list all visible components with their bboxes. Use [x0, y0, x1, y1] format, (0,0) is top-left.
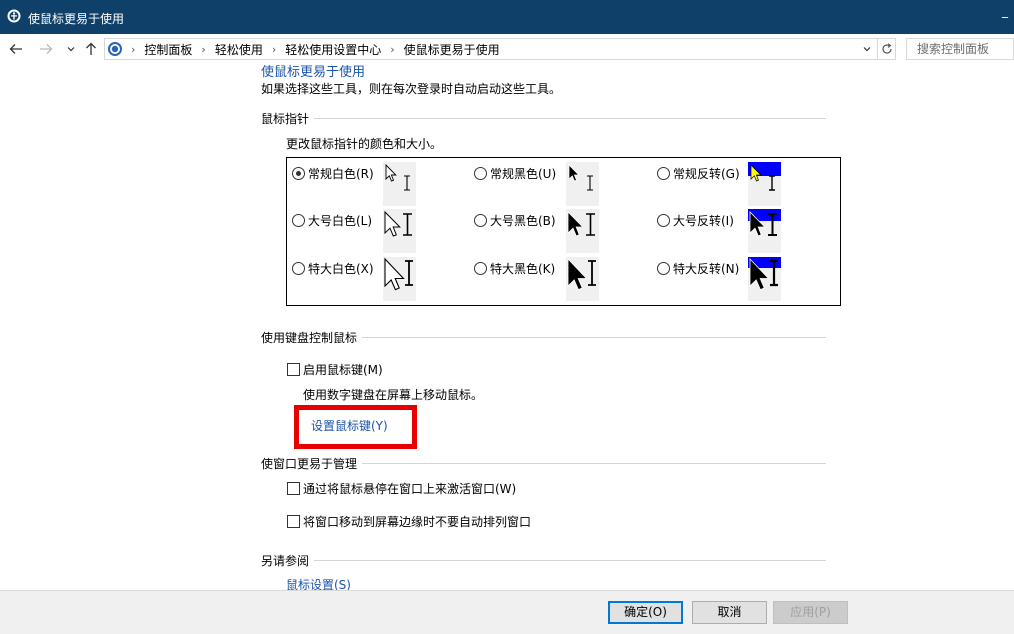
hover-activate-checkbox-row[interactable]: 通过将鼠标悬停在窗口上来激活窗口(W)	[287, 480, 516, 497]
mouse-keys-description: 使用数字键盘在屏幕上移动鼠标。	[303, 388, 484, 402]
dialog-footer: 确定(O) 取消 应用(P)	[0, 590, 1014, 634]
scheme-extra-large-white[interactable]: 特大白色(X)	[292, 260, 374, 277]
scheme-label[interactable]: 特大黑色(K)	[490, 260, 555, 277]
hover-activate-checkbox[interactable]	[287, 482, 300, 495]
scheme-label[interactable]: 大号白色(L)	[308, 212, 372, 229]
breadcrumb-ease-of-access[interactable]: 轻松使用	[215, 41, 263, 58]
hover-activate-label[interactable]: 通过将鼠标悬停在窗口上来激活窗口(W)	[303, 480, 516, 497]
recent-locations-chevron-down-icon[interactable]	[63, 40, 79, 58]
scheme-large-white[interactable]: 大号白色(L)	[292, 212, 372, 229]
apply-button[interactable]: 应用(P)	[773, 601, 848, 624]
disable-snap-checkbox[interactable]	[287, 515, 300, 528]
scheme-extra-large-inverted[interactable]: 特大反转(N)	[657, 260, 739, 277]
keyboard-section-title: 使用键盘控制鼠标	[261, 331, 358, 345]
window-title: 使鼠标更易于使用	[28, 12, 125, 26]
search-box[interactable]	[906, 38, 1014, 60]
minimize-button[interactable]: _	[1002, 4, 1014, 18]
radio-button[interactable]	[474, 262, 487, 275]
breadcrumb-separator[interactable]: ›	[201, 43, 205, 56]
search-input[interactable]	[907, 39, 1013, 59]
disable-snap-checkbox-row[interactable]: 将窗口移动到屏幕边缘时不要自动排列窗口	[287, 513, 531, 530]
scheme-label[interactable]: 特大反转(N)	[673, 260, 739, 277]
title-bar: 使鼠标更易于使用 _	[0, 0, 1014, 34]
up-arrow-icon[interactable]	[83, 40, 99, 58]
radio-button[interactable]	[292, 262, 305, 275]
pointer-preview-extra-large-white	[383, 257, 416, 301]
pointer-section-title: 鼠标指针	[261, 112, 310, 126]
radio-button[interactable]	[657, 167, 670, 180]
breadcrumb-separator[interactable]: ›	[390, 43, 394, 56]
control-panel-root-icon[interactable]	[107, 41, 123, 57]
pointer-preview-regular-inverted	[748, 162, 781, 206]
scheme-label[interactable]: 常规反转(G)	[673, 165, 740, 182]
pointer-description: 更改鼠标指针的颜色和大小。	[286, 137, 443, 151]
disable-snap-label[interactable]: 将窗口移动到屏幕边缘时不要自动排列窗口	[303, 513, 531, 530]
section-divider	[362, 463, 826, 464]
pointer-preview-extra-large-black	[566, 257, 599, 301]
enable-mouse-keys-label[interactable]: 启用鼠标键(M)	[303, 361, 383, 378]
ok-button[interactable]: 确定(O)	[608, 601, 683, 624]
radio-button[interactable]	[657, 262, 670, 275]
pointer-scheme-group: 常规白色(R) 常规黑色(U) 常规反转(G) 大号白色(L) 大号黑色(B) …	[286, 157, 841, 306]
section-divider	[314, 560, 826, 561]
radio-button[interactable]	[657, 214, 670, 227]
pointer-preview-regular-black	[566, 162, 599, 206]
pointer-preview-extra-large-inverted	[748, 257, 781, 301]
cancel-button[interactable]: 取消	[692, 601, 767, 624]
breadcrumb[interactable]: › 控制面板 › 轻松使用 › 轻松使用设置中心 › 使鼠标更易于使用	[104, 38, 878, 60]
mouse-settings-link[interactable]: 鼠标设置(S)	[286, 576, 351, 590]
radio-button[interactable]	[292, 167, 305, 180]
scheme-extra-large-black[interactable]: 特大黑色(K)	[474, 260, 555, 277]
enable-mouse-keys-checkbox[interactable]	[287, 363, 300, 376]
breadcrumb-ease-of-access-center[interactable]: 轻松使用设置中心	[285, 41, 381, 58]
scheme-label[interactable]: 特大白色(X)	[308, 260, 374, 277]
breadcrumb-current-page[interactable]: 使鼠标更易于使用	[404, 41, 500, 58]
pointer-preview-large-white	[383, 209, 416, 253]
scheme-large-inverted[interactable]: 大号反转(I)	[657, 212, 734, 229]
window-section-title: 使窗口更易于管理	[261, 457, 358, 471]
forward-arrow-icon[interactable]	[38, 40, 54, 58]
scheme-label[interactable]: 常规白色(R)	[308, 165, 374, 182]
section-divider	[362, 337, 826, 338]
breadcrumb-separator[interactable]: ›	[131, 43, 135, 56]
intro-text: 如果选择这些工具，则在每次登录时自动启动这些工具。	[261, 82, 562, 96]
radio-button[interactable]	[292, 214, 305, 227]
scheme-label[interactable]: 常规黑色(U)	[490, 165, 556, 182]
red-highlight-annotation	[294, 405, 417, 449]
breadcrumb-separator[interactable]: ›	[272, 43, 276, 56]
pointer-preview-large-inverted	[748, 209, 781, 253]
scheme-label[interactable]: 大号黑色(B)	[490, 212, 556, 229]
radio-button[interactable]	[474, 167, 487, 180]
scheme-regular-white[interactable]: 常规白色(R)	[292, 165, 374, 182]
page-heading: 使鼠标更易于使用	[261, 65, 366, 80]
section-divider	[314, 118, 826, 119]
control-panel-app-icon	[7, 9, 21, 23]
scheme-label[interactable]: 大号反转(I)	[673, 212, 734, 229]
breadcrumb-control-panel[interactable]: 控制面板	[144, 41, 192, 58]
enable-mouse-keys-checkbox-row[interactable]: 启用鼠标键(M)	[287, 361, 383, 378]
address-bar: › 控制面板 › 轻松使用 › 轻松使用设置中心 › 使鼠标更易于使用	[0, 34, 1014, 64]
refresh-icon[interactable]	[878, 38, 896, 60]
see-also-title: 另请参阅	[261, 554, 310, 568]
back-arrow-icon[interactable]	[8, 40, 24, 58]
pointer-preview-regular-white	[383, 162, 416, 206]
scheme-regular-inverted[interactable]: 常规反转(G)	[657, 165, 740, 182]
scheme-large-black[interactable]: 大号黑色(B)	[474, 212, 556, 229]
main-content: 使鼠标更易于使用 如果选择这些工具，则在每次登录时自动启动这些工具。 鼠标指针 …	[0, 64, 1014, 590]
scheme-regular-black[interactable]: 常规黑色(U)	[474, 165, 556, 182]
address-history-chevron-down-icon[interactable]	[860, 40, 874, 58]
radio-button[interactable]	[474, 214, 487, 227]
pointer-preview-large-black	[566, 209, 599, 253]
